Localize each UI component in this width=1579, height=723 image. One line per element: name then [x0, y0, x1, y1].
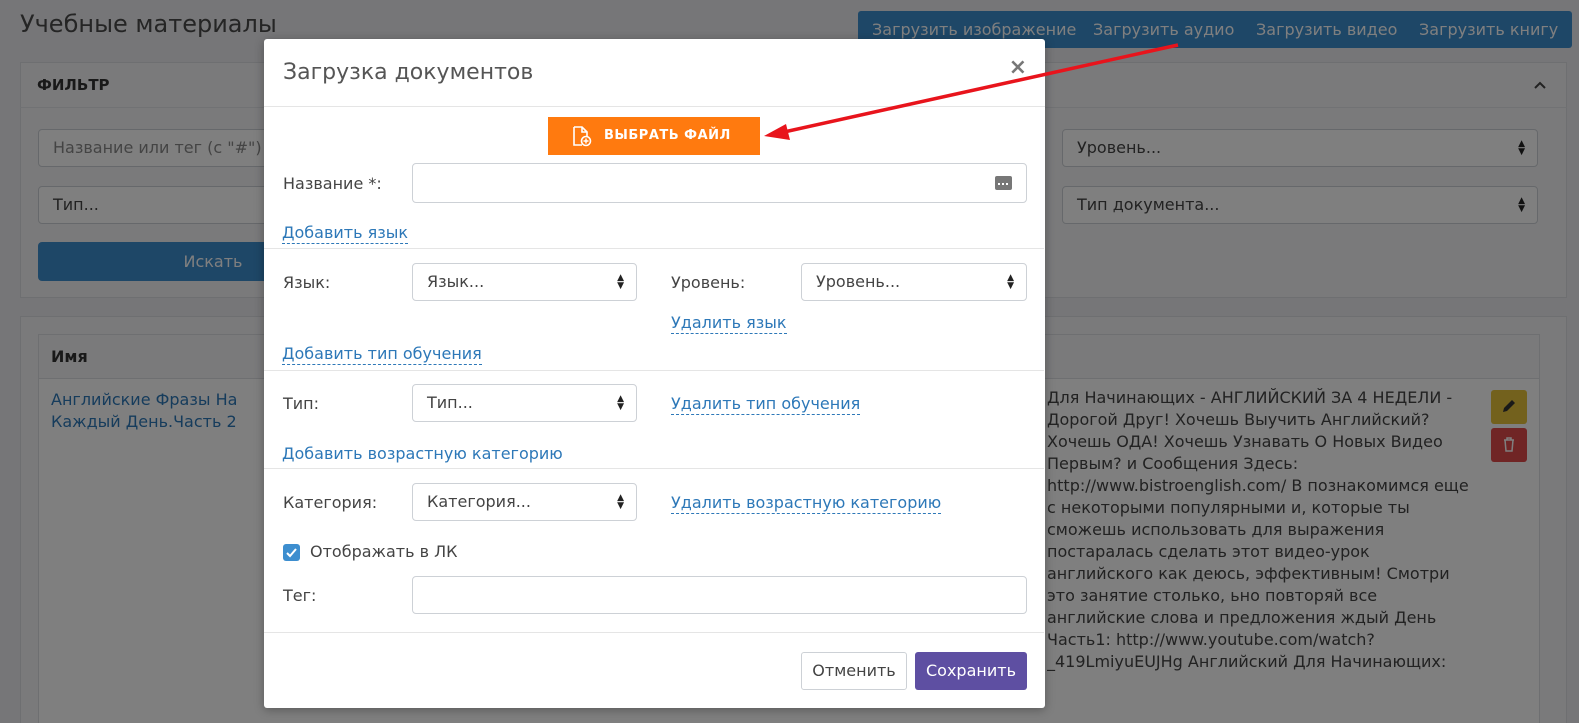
type-select[interactable]: Тип... ▲ ▼: [412, 384, 637, 422]
category-select[interactable]: Категория... ▲ ▼: [412, 483, 637, 521]
save-button[interactable]: Сохранить: [915, 652, 1027, 690]
file-add-icon: [570, 125, 592, 151]
show-in-lk-label: Отображать в ЛК: [310, 542, 458, 561]
language-select[interactable]: Язык... ▲ ▼: [412, 263, 637, 301]
divider: [264, 632, 1044, 633]
upload-documents-modal: Загрузка документов × ВЫБРАТЬ ФАЙЛ Назва…: [264, 39, 1045, 708]
divider: [264, 468, 1044, 469]
type-select-value: Тип...: [427, 393, 473, 412]
category-label: Категория:: [283, 493, 378, 512]
name-label: Название *:: [283, 174, 382, 193]
sort-arrows-icon: ▲▼: [617, 273, 624, 291]
sort-arrows-icon: ▲▼: [617, 394, 624, 412]
remove-learning-type-link[interactable]: Удалить тип обучения: [671, 394, 861, 415]
add-language-link[interactable]: Добавить язык: [282, 223, 409, 244]
show-in-lk-checkbox[interactable]: [283, 544, 300, 561]
close-icon[interactable]: ×: [1009, 57, 1027, 79]
level-label: Уровень:: [671, 273, 746, 292]
type-label: Тип:: [283, 394, 320, 413]
sort-arrows-icon: ▲▼: [617, 493, 624, 511]
tag-label: Тег:: [283, 586, 317, 605]
remove-age-category-link[interactable]: Удалить возрастную категорию: [671, 493, 942, 514]
level-select-value: Уровень...: [816, 272, 901, 291]
divider: [264, 248, 1044, 249]
modal-header: Загрузка документов ×: [264, 39, 1045, 107]
name-input[interactable]: [412, 163, 1027, 203]
language-select-value: Язык...: [427, 272, 485, 291]
sort-arrows-icon: ▲▼: [1007, 273, 1014, 291]
add-learning-type-link[interactable]: Добавить тип обучения: [282, 344, 482, 365]
divider: [264, 370, 1044, 371]
tag-input[interactable]: [412, 576, 1027, 614]
level-select[interactable]: Уровень... ▲▼: [801, 263, 1027, 301]
add-age-category-link[interactable]: Добавить возрастную категорию: [282, 444, 563, 464]
choose-file-button[interactable]: ВЫБРАТЬ ФАЙЛ: [548, 117, 760, 155]
checkmark-icon: [286, 548, 297, 558]
modal-title: Загрузка документов: [283, 60, 534, 85]
keyboard-icon[interactable]: [995, 176, 1012, 194]
choose-file-label: ВЫБРАТЬ ФАЙЛ: [604, 128, 731, 143]
cancel-button[interactable]: Отменить: [801, 652, 907, 690]
remove-language-link[interactable]: Удалить язык: [671, 313, 787, 334]
language-label: Язык:: [283, 273, 331, 292]
category-select-value: Категория...: [427, 492, 531, 511]
